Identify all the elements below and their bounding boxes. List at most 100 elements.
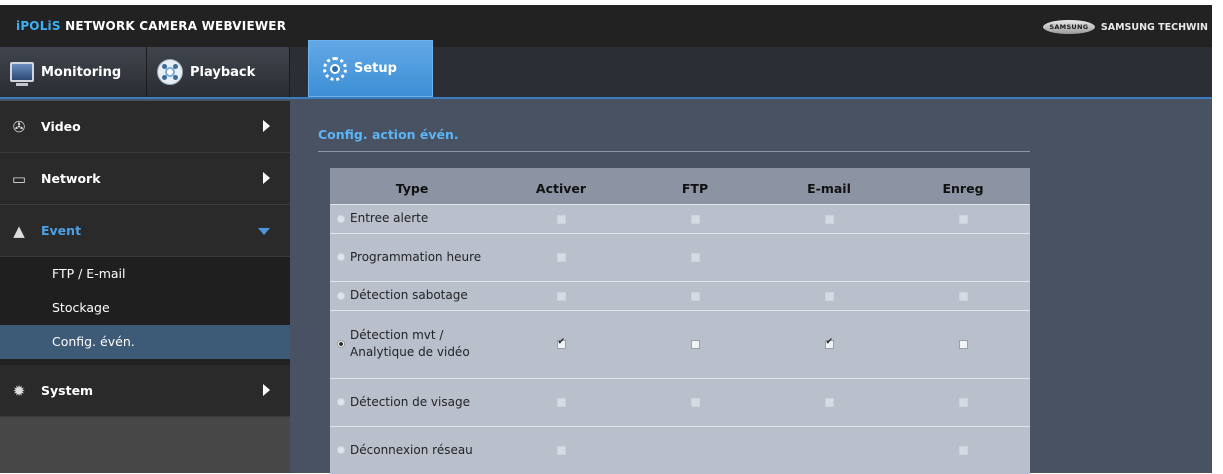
cell-activer bbox=[494, 425, 628, 474]
chevron-right-icon bbox=[263, 172, 270, 184]
chevron-down-icon bbox=[258, 228, 270, 235]
event-type-label: Détection de visage bbox=[350, 394, 470, 409]
table-row: Détection de visage bbox=[330, 377, 1030, 426]
tab-label: Setup bbox=[354, 61, 397, 76]
type-cell: Détection sabotage bbox=[330, 280, 494, 310]
cell-activer bbox=[494, 203, 628, 233]
network-icon: ▭ bbox=[11, 169, 27, 188]
type-cell: Détection de visage bbox=[330, 377, 494, 426]
row-radio[interactable] bbox=[337, 291, 345, 300]
cell-email bbox=[762, 309, 896, 378]
video-icon: ✇ bbox=[12, 117, 26, 136]
column-header-enreg: Enreg bbox=[896, 168, 1030, 204]
type-cell: Déconnexion réseau bbox=[330, 425, 494, 474]
email-checkbox bbox=[824, 214, 834, 224]
film-reel-icon bbox=[157, 59, 183, 85]
activer-checkbox bbox=[556, 291, 566, 301]
column-header-type: Type bbox=[330, 168, 494, 204]
column-header-email: E-mail bbox=[762, 168, 896, 204]
enreg-checkbox bbox=[958, 398, 968, 407]
main-content: Config. action évén. Type Activer FTP E-… bbox=[290, 101, 1212, 474]
cell-ftp bbox=[628, 309, 762, 378]
cell-activer bbox=[494, 377, 628, 426]
row-radio[interactable] bbox=[337, 446, 345, 455]
enreg-checkbox[interactable] bbox=[958, 340, 968, 349]
chevron-right-icon bbox=[263, 120, 270, 132]
cell-enreg bbox=[896, 377, 1030, 426]
sidebar-item-label: Video bbox=[41, 119, 81, 134]
cell-ftp bbox=[628, 377, 762, 426]
activer-checkbox[interactable] bbox=[556, 337, 566, 349]
cell-email bbox=[762, 377, 896, 426]
chevron-right-icon bbox=[263, 384, 270, 396]
email-checkbox bbox=[824, 398, 834, 407]
sidebar-item-label: Network bbox=[41, 171, 101, 186]
samsung-logo-icon: SAMSUNG bbox=[1042, 20, 1095, 34]
column-header-ftp: FTP bbox=[628, 168, 762, 204]
email-checkbox[interactable] bbox=[824, 337, 834, 349]
sidebar-item-event[interactable]: ▲ Event bbox=[0, 205, 290, 257]
cell-email bbox=[762, 425, 896, 474]
row-radio[interactable] bbox=[337, 253, 345, 261]
type-cell: Détection mvt / Analytique de vidéo bbox=[330, 309, 494, 378]
tab-playback[interactable]: Playback bbox=[147, 47, 290, 97]
table-row: Programmation heure bbox=[330, 232, 1030, 281]
row-radio[interactable] bbox=[337, 398, 345, 406]
gear-icon bbox=[323, 56, 347, 81]
cell-ftp bbox=[628, 203, 762, 233]
event-type-label: Détection mvt / Analytique de vidéo bbox=[350, 328, 470, 359]
cell-enreg bbox=[896, 203, 1030, 233]
cell-enreg bbox=[896, 425, 1030, 474]
event-submenu: FTP / E-mail Stockage Config. évén. bbox=[0, 257, 290, 359]
enreg-checkbox bbox=[958, 446, 968, 456]
app-window: iPOLiS NETWORK CAMERA WEBVIEWER SAMSUNG … bbox=[0, 5, 1212, 474]
event-action-table: Type Activer FTP E-mail Enreg Entree ale… bbox=[330, 168, 1030, 474]
event-type-label: Programmation heure bbox=[350, 249, 482, 264]
ftp-checkbox bbox=[690, 253, 700, 262]
brand: SAMSUNG SAMSUNG TECHWIN bbox=[1042, 20, 1208, 34]
top-header: iPOLiS NETWORK CAMERA WEBVIEWER SAMSUNG … bbox=[0, 5, 1212, 47]
row-radio[interactable] bbox=[337, 340, 345, 348]
activer-checkbox bbox=[556, 446, 566, 456]
tab-label: Playback bbox=[190, 64, 256, 80]
cell-ftp bbox=[628, 425, 762, 474]
tab-label: Monitoring bbox=[41, 64, 122, 80]
ftp-checkbox bbox=[690, 398, 700, 407]
cell-ftp bbox=[628, 280, 762, 310]
activer-checkbox bbox=[556, 398, 566, 407]
table-header-row: Type Activer FTP E-mail Enreg bbox=[330, 168, 1030, 204]
event-type-label: Déconnexion réseau bbox=[350, 442, 473, 457]
cell-enreg bbox=[896, 309, 1030, 378]
ftp-checkbox[interactable] bbox=[690, 340, 700, 349]
table-row: Détection mvt / Analytique de vidéo bbox=[330, 309, 1030, 378]
enreg-checkbox bbox=[958, 214, 968, 224]
tab-setup[interactable]: Setup bbox=[308, 40, 433, 97]
tab-monitoring[interactable]: Monitoring bbox=[0, 47, 147, 97]
row-radio[interactable] bbox=[337, 214, 345, 223]
sidebar-item-video[interactable]: ✇ Video bbox=[0, 101, 290, 153]
system-gear-icon: ✹ bbox=[12, 381, 26, 400]
brand-name: SAMSUNG TECHWIN bbox=[1100, 21, 1208, 33]
ftp-checkbox bbox=[690, 291, 700, 301]
event-type-label: Détection sabotage bbox=[350, 288, 468, 302]
cell-email bbox=[762, 280, 896, 310]
ftp-checkbox bbox=[690, 214, 700, 224]
sidebar-item-system[interactable]: ✹ System bbox=[0, 365, 290, 417]
sidebar-filler bbox=[0, 417, 290, 473]
cell-enreg bbox=[896, 232, 1030, 281]
event-type-label: Entree alerte bbox=[350, 211, 429, 225]
table-row: Détection sabotage bbox=[330, 280, 1030, 310]
sidebar-item-network[interactable]: ▭ Network bbox=[0, 153, 290, 205]
page-title: Config. action évén. bbox=[318, 127, 459, 142]
cell-email bbox=[762, 203, 896, 233]
submenu-item-config-even[interactable]: Config. évén. bbox=[0, 325, 290, 359]
submenu-item-ftp-email[interactable]: FTP / E-mail bbox=[0, 257, 290, 291]
submenu-item-stockage[interactable]: Stockage bbox=[0, 291, 290, 325]
app-title: iPOLiS NETWORK CAMERA WEBVIEWER bbox=[16, 19, 287, 33]
cell-activer bbox=[494, 280, 628, 310]
table-row: Entree alerte bbox=[330, 203, 1030, 233]
main-nav: Monitoring Playback Setup bbox=[0, 40, 1212, 99]
cell-email bbox=[762, 232, 896, 281]
table-row: Déconnexion réseau bbox=[330, 425, 1030, 474]
type-cell: Programmation heure bbox=[330, 232, 494, 281]
